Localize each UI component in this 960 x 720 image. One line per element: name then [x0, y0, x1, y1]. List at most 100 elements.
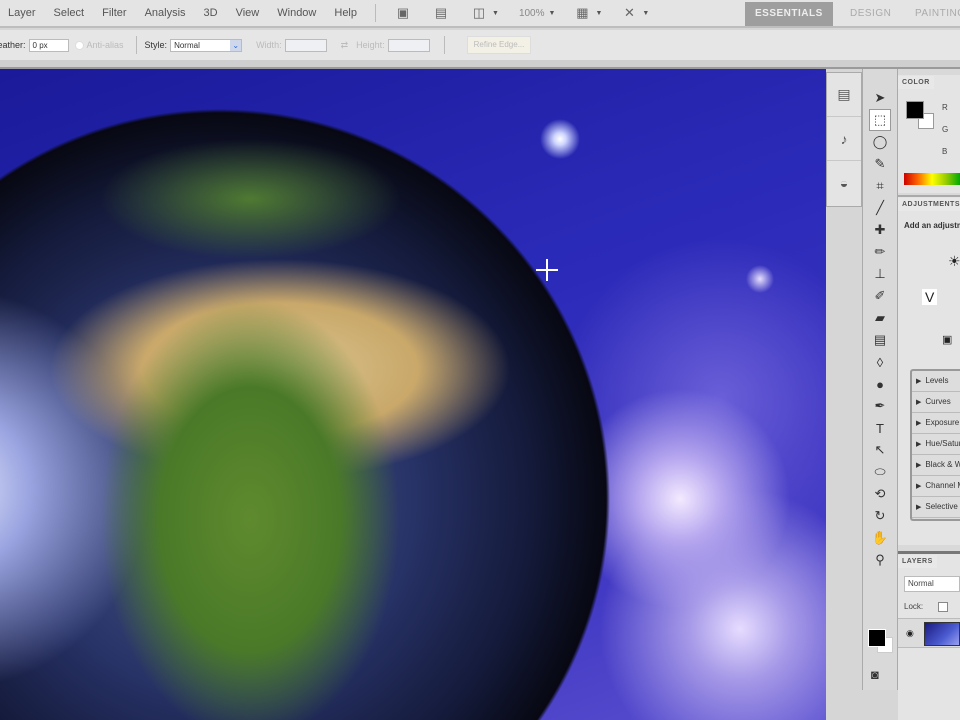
layers-panel: LAYERS Normal Lock: ◉: [898, 551, 960, 720]
panel-divider: [0, 60, 960, 69]
divider: [135, 36, 137, 54]
adjustments-hint: Add an adjustment: [904, 221, 960, 230]
3d-orbit-tool-icon[interactable]: ↻: [863, 505, 897, 527]
pen-tool-icon[interactable]: ✒: [863, 395, 897, 417]
refine-edge-button[interactable]: Refine Edge...: [466, 36, 532, 54]
move-tool-icon[interactable]: ➤: [863, 87, 897, 109]
history-icon[interactable]: ▤: [827, 73, 861, 117]
lock-transparency-checkbox[interactable]: [938, 602, 948, 612]
feather-label: Feather:: [0, 40, 26, 50]
tools-panel: ➤ ⬚ ◯ ✎ ⌗ ╱ ✚ ✏ ⊥ ✐ ▰ ▤ ◊ ● ✒ T ↖ ⬭ ⟲ ↻ …: [862, 69, 898, 690]
hand-tool-icon[interactable]: ✋: [863, 527, 897, 549]
marquee-tool-icon[interactable]: ⬚: [869, 109, 891, 131]
chevron-down-icon[interactable]: ▼: [549, 10, 556, 17]
menu-view[interactable]: View: [228, 7, 270, 19]
menu-3d[interactable]: 3D: [196, 7, 228, 19]
menu-analysis[interactable]: Analysis: [137, 7, 196, 19]
menu-help[interactable]: Help: [326, 7, 367, 19]
style-value: Normal: [174, 40, 200, 50]
vibrance-icon[interactable]: V: [922, 289, 938, 305]
menu-layer[interactable]: Layer: [0, 7, 46, 19]
eyedropper-tool-icon[interactable]: ╱: [863, 197, 897, 219]
color-tab[interactable]: COLOR: [898, 76, 934, 89]
antialias-checkbox[interactable]: [74, 40, 84, 50]
arrange-documents-icon[interactable]: ▦: [571, 5, 593, 21]
menu-select[interactable]: Select: [46, 7, 95, 19]
history-brush-tool-icon[interactable]: ✐: [863, 285, 897, 307]
clone-stamp-tool-icon[interactable]: ⊥: [863, 263, 897, 285]
gradient-tool-icon[interactable]: ▤: [863, 329, 897, 351]
height-label: Height:: [356, 40, 385, 50]
channel-mixer-icon[interactable]: ▣: [942, 333, 952, 346]
preset-label: Exposure: [925, 418, 960, 427]
chevron-down-icon[interactable]: ▼: [642, 10, 649, 17]
preset-item[interactable]: ▶ Curves: [912, 392, 960, 413]
workspace-painting[interactable]: PAINTING: [905, 2, 960, 26]
width-label: Width:: [256, 40, 282, 50]
blur-tool-icon[interactable]: ◊: [863, 351, 897, 373]
eye-icon[interactable]: ◉: [906, 628, 914, 639]
foreground-color-swatch[interactable]: [906, 101, 924, 119]
chevron-down-icon[interactable]: ▼: [492, 10, 499, 17]
preset-item[interactable]: ▶ Levels: [912, 371, 960, 392]
zoom-tool-icon[interactable]: ⚲: [863, 549, 897, 571]
preset-item[interactable]: ▶ Exposure: [912, 413, 960, 434]
healing-brush-tool-icon[interactable]: ✚: [863, 219, 897, 241]
foreground-color-swatch[interactable]: [868, 629, 886, 647]
menu-bar: Layer Select Filter Analysis 3D View Win…: [0, 0, 960, 28]
shape-tool-icon[interactable]: ⬭: [863, 461, 897, 483]
menu-filter[interactable]: Filter: [94, 7, 136, 19]
style-label: Style:: [144, 40, 168, 50]
layers-tab[interactable]: LAYERS: [898, 555, 937, 568]
preset-label: Black & White: [925, 460, 960, 469]
adjustments-panel: ADJUSTMENTS Add an adjustment ☀ V ▣ ▶Lev…: [898, 195, 960, 545]
height-input[interactable]: [387, 38, 430, 52]
brush-tool-icon[interactable]: ✏: [863, 241, 897, 263]
preset-item[interactable]: ▶Channel Mixer: [912, 476, 960, 497]
document-canvas[interactable]: [0, 69, 826, 720]
launch-bridge-icon[interactable]: ▣: [392, 5, 414, 21]
crop-tool-icon[interactable]: ⌗: [863, 175, 897, 197]
feather-input[interactable]: 0 px: [28, 38, 69, 52]
type-tool-icon[interactable]: T: [863, 417, 897, 439]
width-input[interactable]: [284, 38, 327, 52]
style-select[interactable]: Normal ⌄: [170, 38, 243, 52]
actions-icon[interactable]: ♪: [827, 117, 861, 161]
options-bar: Feather: 0 px Anti-alias Style: Normal⌄ …: [0, 30, 960, 60]
preset-item[interactable]: ▶Hue/Saturation: [912, 434, 960, 455]
adjustment-presets-list: ▶Levels ▶Curves ▶Exposure ▶Hue/Saturatio…: [910, 369, 960, 521]
preset-label: Curves: [925, 397, 951, 406]
brightness-icon[interactable]: ☀: [948, 253, 960, 270]
preset-label: Selective Color: [925, 502, 960, 511]
preset-label: Levels: [925, 376, 949, 385]
path-selection-tool-icon[interactable]: ↖: [863, 439, 897, 461]
collapsed-panel-dock: ▤ ♪ ◒: [826, 72, 862, 207]
quick-mask-icon[interactable]: ◙: [871, 663, 879, 685]
layer-row[interactable]: ◉: [898, 618, 960, 648]
eraser-tool-icon[interactable]: ▰: [863, 307, 897, 329]
3d-rotate-tool-icon[interactable]: ⟲: [863, 483, 897, 505]
workspace-design[interactable]: DESIGN: [840, 2, 901, 26]
lasso-tool-icon[interactable]: ◯: [863, 131, 897, 153]
swap-icon[interactable]: ⇄: [341, 40, 349, 51]
channel-g-label: G: [942, 125, 949, 134]
dodge-tool-icon[interactable]: ●: [863, 373, 897, 395]
menu-window[interactable]: Window: [269, 7, 326, 19]
3d-icon[interactable]: ◒: [827, 161, 861, 205]
workspace-essentials[interactable]: ESSENTIALS: [745, 2, 833, 26]
adjustments-tab[interactable]: ADJUSTMENTS: [898, 198, 960, 211]
screen-mode-icon[interactable]: ✕: [618, 5, 640, 21]
preset-item[interactable]: ▶Black & White: [912, 455, 960, 476]
lock-label: Lock:: [904, 602, 924, 611]
divider: [375, 4, 376, 22]
color-spectrum[interactable]: [904, 173, 960, 185]
preset-item[interactable]: ▶Selective Color: [912, 497, 960, 518]
crosshair-cursor-icon: [536, 259, 558, 281]
view-extras-icon[interactable]: ◫: [468, 5, 490, 21]
quick-selection-tool-icon[interactable]: ✎: [863, 153, 897, 175]
chevron-down-icon[interactable]: ▼: [595, 10, 602, 17]
earth-image: [0, 69, 826, 720]
blend-mode-select[interactable]: Normal: [904, 576, 960, 592]
mini-bridge-icon[interactable]: ▤: [430, 5, 452, 21]
zoom-level[interactable]: 100%: [519, 8, 545, 19]
